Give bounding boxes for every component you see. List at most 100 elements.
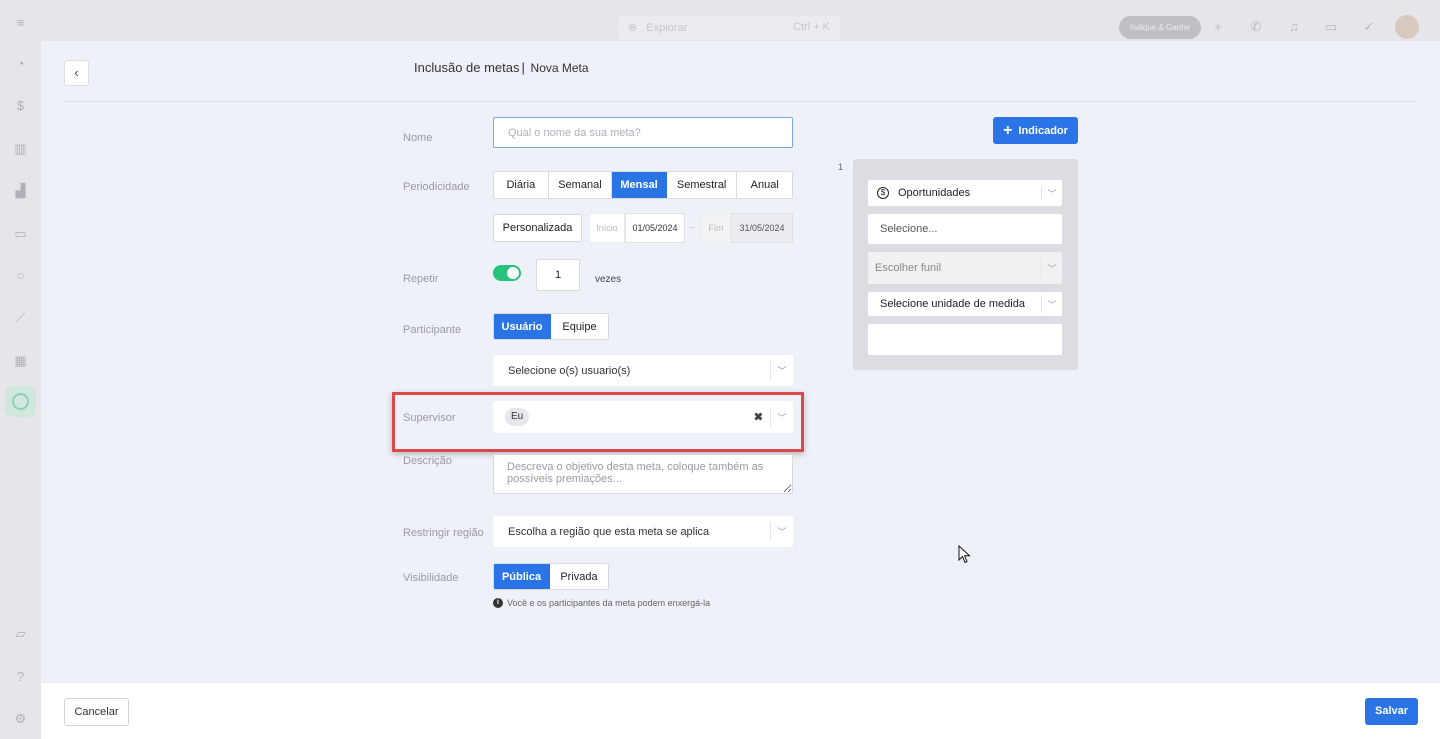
participant-option-equipe[interactable]: Equipe (551, 314, 608, 339)
back-button[interactable]: ‹ (64, 60, 89, 86)
periodicidade-segment: Diária Semanal Mensal Semestral Anual (493, 171, 793, 199)
indicator-type-select[interactable]: $ Oportunidades ﹀ (868, 180, 1062, 206)
visibilidade-label: Visibilidade (403, 572, 459, 584)
check-circle-icon[interactable]: ○ (12, 267, 29, 284)
layers-icon[interactable]: ▱ (12, 625, 29, 642)
chevron-down-icon: ﹀ (1041, 258, 1062, 278)
inbox-icon[interactable]: ▭ (1323, 19, 1339, 35)
mouse-cursor-icon (958, 545, 971, 564)
unit-select[interactable]: Selecione unidade de medida ﹀ (868, 292, 1062, 316)
period-option-semestral[interactable]: Semestral (667, 172, 738, 198)
explore-shortcut: Ctrl + K (793, 21, 830, 33)
settings-icon[interactable]: ⚙ (12, 710, 29, 727)
supervisor-chip: Eu (505, 408, 530, 426)
visibility-info: i Você e os participantes da meta podem … (493, 598, 710, 608)
plus-icon: + (1003, 121, 1013, 139)
start-date-input[interactable]: 01/05/2024 (625, 213, 685, 243)
toggle-knob (507, 267, 519, 279)
cancel-button[interactable]: Cancelar (64, 698, 129, 726)
participant-option-usuario[interactable]: Usuário (494, 314, 551, 339)
region-select-placeholder: Escolha a região que esta meta se aplica (508, 525, 710, 538)
funnel-select-placeholder: Escolher funil (875, 262, 942, 274)
title-subtitle: Nova Meta (530, 61, 589, 75)
nome-label: Nome (403, 132, 433, 144)
repeat-toggle[interactable] (493, 265, 521, 281)
periodicidade-label: Periodicidade (403, 181, 470, 193)
chevron-down-icon: ﹀ (1041, 295, 1062, 313)
calendar-icon[interactable]: ▭ (12, 225, 29, 242)
indicator-select-placeholder: Selecione... (880, 223, 938, 235)
visibility-info-text: Você e os participantes da meta podem en… (507, 598, 711, 608)
goal-modal: ‹ Inclusão de metas| Nova Meta Nome Peri… (41, 41, 1440, 739)
app-sidebar: ≡ ◔ $ ▥ ▟ ▭ ○ ⟋ ▦ ▱ ? ⚙ (0, 0, 41, 739)
indicator-select[interactable]: Selecione... (868, 214, 1062, 244)
modal-footer: Cancelar Salvar (41, 682, 1440, 739)
clear-icon[interactable]: ✖ (754, 411, 763, 424)
period-option-mensal[interactable]: Mensal (612, 172, 667, 198)
supervisor-label: Supervisor (403, 412, 456, 424)
plus-icon[interactable]: + (1210, 19, 1226, 35)
visibility-option-privada[interactable]: Privada (550, 564, 608, 589)
title-separator: | (521, 60, 525, 75)
explore-placeholder: Explorar (646, 22, 688, 34)
start-date-label: Início (589, 213, 625, 243)
visibility-segment: Pública Privada (493, 563, 609, 590)
indicator-number: 1 (838, 162, 844, 172)
supervisor-select[interactable]: Eu ✖ ﹀ (493, 401, 793, 433)
period-option-anual[interactable]: Anual (737, 172, 792, 198)
nome-input[interactable] (493, 117, 793, 148)
funnel-select[interactable]: Escolher funil ﹀ (868, 252, 1062, 284)
dollar-circle-icon: $ (877, 187, 889, 199)
trend-icon[interactable]: ⟋ (12, 309, 29, 326)
title-text: Inclusão de metas (414, 60, 520, 75)
grid-icon[interactable]: ▦ (12, 352, 29, 369)
users-select-placeholder: Selecione o(s) usuario(s) (508, 364, 631, 377)
region-select[interactable]: Escolha a região que esta meta se aplica… (493, 516, 793, 547)
avatar[interactable] (1395, 15, 1419, 39)
users-select[interactable]: Selecione o(s) usuario(s) ﹀ (493, 355, 793, 386)
indique-ganhe-button[interactable]: Indique & Ganhe (1119, 16, 1201, 39)
participante-segment: Usuário Equipe (493, 313, 609, 340)
bell-icon[interactable]: ♫ (1286, 19, 1302, 35)
explore-search[interactable]: ⊗ Explorar Ctrl + K (618, 16, 840, 40)
participante-label: Participante (403, 324, 462, 336)
phone-icon[interactable]: ✆ (1248, 19, 1264, 35)
indicator-panel: $ Oportunidades ﹀ Selecione... Escolher … (853, 159, 1078, 370)
indicator-value-input[interactable] (868, 324, 1062, 355)
chevron-down-icon: ﹀ (770, 361, 793, 380)
goals-icon[interactable] (5, 386, 36, 417)
end-date-input: 31/05/2024 (731, 213, 793, 243)
visibility-option-publica[interactable]: Pública (494, 564, 550, 589)
chart-icon[interactable]: ▟ (12, 182, 29, 199)
chevron-down-icon: ﹀ (1041, 186, 1062, 200)
check-icon[interactable]: ✓ (1361, 19, 1377, 35)
add-indicator-button[interactable]: + Indicador (993, 117, 1078, 144)
menu-icon[interactable]: ≡ (12, 14, 29, 31)
dollar-icon[interactable]: $ (12, 97, 29, 114)
regiao-label: Restringir região (403, 527, 484, 539)
descricao-label: Descrição (403, 455, 452, 467)
repeat-count-input[interactable]: 1 (536, 259, 580, 291)
custom-period-button[interactable]: Personalizada (493, 214, 582, 242)
building-icon[interactable]: ▥ (12, 140, 29, 157)
search-icon: ⊗ (628, 22, 638, 34)
unit-select-placeholder: Selecione unidade de medida (880, 298, 1025, 310)
app-topbar: ⊗ Explorar Ctrl + K Indique & Ganhe + ✆ … (41, 0, 1440, 41)
add-indicator-label: Indicador (1018, 124, 1068, 137)
indicator-type-value: Oportunidades (898, 187, 971, 199)
repetir-label: Repetir (403, 273, 439, 285)
chevron-down-icon: ﹀ (770, 522, 793, 541)
period-option-diaria[interactable]: Diária (494, 172, 549, 198)
end-date-label: Fim (701, 213, 731, 243)
chevron-down-icon: ﹀ (770, 407, 793, 427)
save-button[interactable]: Salvar (1365, 698, 1418, 725)
repeat-suffix: vezes (595, 274, 622, 285)
info-icon: i (493, 598, 503, 608)
dashboard-icon[interactable]: ◔ (12, 55, 29, 72)
help-icon[interactable]: ? (12, 668, 29, 685)
divider (64, 101, 1418, 102)
date-range-separator: – (690, 222, 696, 232)
period-option-semanal[interactable]: Semanal (549, 172, 613, 198)
chevron-left-icon: ‹ (74, 65, 79, 80)
description-textarea[interactable] (493, 454, 793, 494)
